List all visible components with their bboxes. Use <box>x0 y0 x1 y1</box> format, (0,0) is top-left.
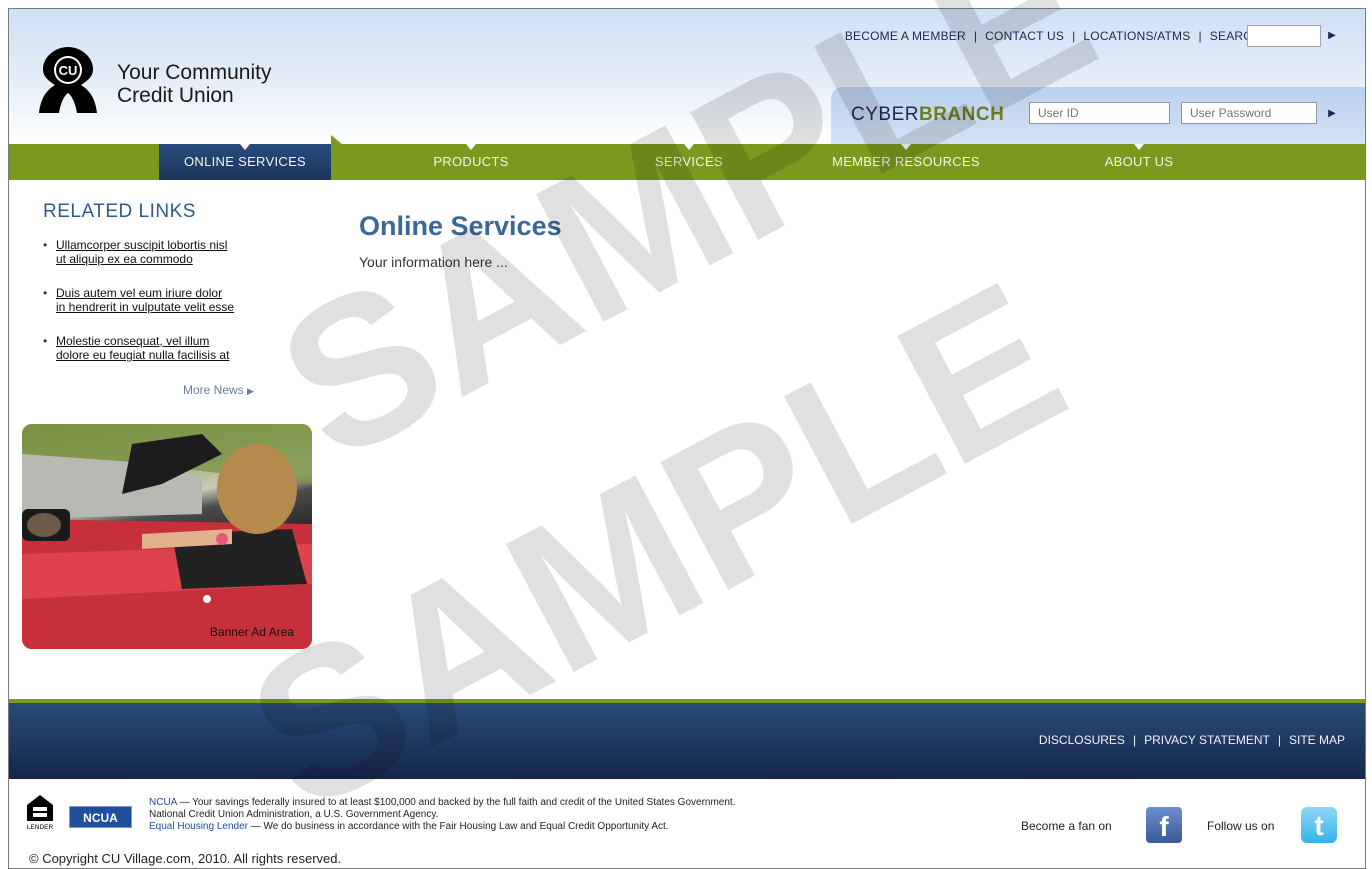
contact-us-link[interactable]: CONTACT US <box>985 29 1064 43</box>
top-links: BECOME A MEMBER | CONTACT US | LOCATIONS/ATM… <box>845 29 1261 43</box>
cyberbranch-label-part1: CYBER <box>851 104 919 125</box>
brand-name[interactable]: Your Community Credit Union <box>117 61 271 107</box>
cyberbranch-label-part2: BRANCH <box>918 104 1005 125</box>
page-frame: CU Your Community Credit Union BECOME A … <box>8 8 1366 869</box>
become-member-link[interactable]: BECOME A MEMBER <box>845 29 966 43</box>
locations-link[interactable]: LOCATIONS/ATMS <box>1083 29 1190 43</box>
copyright: © Copyright CU Village.com, 2010. All ri… <box>29 851 342 866</box>
ehl-statement: — We do business in accordance with the … <box>247 821 669 832</box>
related-link-line: Duis autem vel eum iriure dolor <box>56 286 223 300</box>
login-go-icon[interactable]: ▶ <box>1325 107 1339 121</box>
related-link-line: in hendrerit in vulputate velit esse <box>56 300 235 314</box>
nav-notch <box>331 135 343 145</box>
top-link-separator: | <box>973 29 978 43</box>
nav-item-services[interactable]: SERVICES <box>639 144 739 180</box>
nav-item-member-resources[interactable]: MEMBER RESOURCES <box>821 144 991 180</box>
follow-text: Follow us on <box>1207 819 1275 833</box>
user-password-field[interactable] <box>1181 102 1317 124</box>
nav-item-about-us[interactable]: ABOUT US <box>1089 144 1189 180</box>
nav-item-online-services[interactable]: ONLINE SERVICES <box>159 144 331 180</box>
more-news-link[interactable]: More News ▶ <box>183 383 254 397</box>
ehl-icon-text: LENDER <box>27 824 54 831</box>
brand-name-line1: Your Community <box>117 61 272 84</box>
legal-notice: NCUA — Your savings federally insured to… <box>149 797 735 833</box>
related-link-line: dolore eu feugiat nulla facilisis at <box>56 348 230 362</box>
list-item: Molestie consequat, vel illumdolore eu f… <box>43 334 283 362</box>
footer-links: DISCLOSURES | PRIVACY STATEMENT | SITE MAP <box>1039 733 1345 747</box>
equal-housing-lender-icon: LENDER <box>27 795 54 831</box>
brand-name-line2: Credit Union <box>117 84 234 107</box>
list-item: Duis autem vel eum iriure dolorin hendre… <box>43 286 283 314</box>
related-link[interactable]: Molestie consequat, vel illum dolore eu f… <box>56 334 229 362</box>
privacy-statement-link[interactable]: PRIVACY STATEMENT <box>1144 733 1270 747</box>
play-arrow-icon: ▶ <box>247 386 254 396</box>
banner-label: Banner Ad Area <box>209 625 294 639</box>
related-link[interactable]: Duis autem vel eum iriure dolor in hendre… <box>56 286 234 314</box>
twitter-icon[interactable]: t <box>1301 807 1337 843</box>
site-map-link[interactable]: SITE MAP <box>1289 733 1345 747</box>
footer: DISCLOSURES | PRIVACY STATEMENT | SITE MAP <box>9 703 1365 779</box>
facebook-icon[interactable]: f <box>1146 807 1182 843</box>
footer-link-separator: | <box>1132 733 1137 747</box>
ncua-statement: — Your savings federally insured to at l… <box>176 797 736 808</box>
related-link-line: Molestie consequat, vel illum <box>56 334 210 348</box>
convertible-car-illustration <box>22 424 312 649</box>
top-link-separator: | <box>1072 29 1076 43</box>
search-go-icon[interactable]: ▶ <box>1325 29 1339 43</box>
more-news-label: More News <box>183 383 244 397</box>
header: CU Your Community Credit Union BECOME A … <box>9 9 1365 144</box>
banner-ad[interactable]: Banner Ad Area <box>22 424 312 649</box>
search-input[interactable] <box>1247 25 1321 47</box>
cyberbranch-login-panel: CYBERBRANCH ▶ <box>831 87 1365 144</box>
related-links-list: Ullamcorper suscipit lobortis nislut ali… <box>43 238 283 382</box>
list-item: Ullamcorper suscipit lobortis nislut ali… <box>43 238 283 266</box>
related-link-line: ut aliquip ex ea commodo <box>56 252 193 266</box>
nav-item-products[interactable]: PRODUCTS <box>411 144 531 180</box>
cyberbranch-label: CYBERBRANCH <box>851 104 1004 126</box>
disclosures-link[interactable]: DISCLOSURES <box>1039 733 1125 747</box>
credit-union-logo[interactable]: CU <box>33 43 103 115</box>
footer-link-separator: | <box>1277 733 1281 747</box>
page-title: Online Services <box>359 211 562 241</box>
ncua-agency-line: National Credit Union Administration, a … <box>149 809 439 820</box>
top-link-separator: | <box>1198 29 1202 43</box>
page-body: Your information here ... <box>359 254 508 270</box>
equal-housing-lender-link[interactable]: Equal Housing Lender <box>149 821 248 832</box>
logo-mark-text: CU <box>59 63 78 78</box>
related-link-line: Ullamcorper suscipit lobortis nisl <box>56 238 228 252</box>
ncua-logo: NCUA <box>69 806 132 828</box>
related-link[interactable]: Ullamcorper suscipit lobortis nisl ut ali… <box>56 238 227 266</box>
fan-text: Become a fan on <box>1021 819 1112 833</box>
ncua-link[interactable]: NCUA <box>149 797 177 808</box>
related-links-title: RELATED LINKS <box>43 201 196 222</box>
user-id-field[interactable] <box>1029 102 1170 124</box>
